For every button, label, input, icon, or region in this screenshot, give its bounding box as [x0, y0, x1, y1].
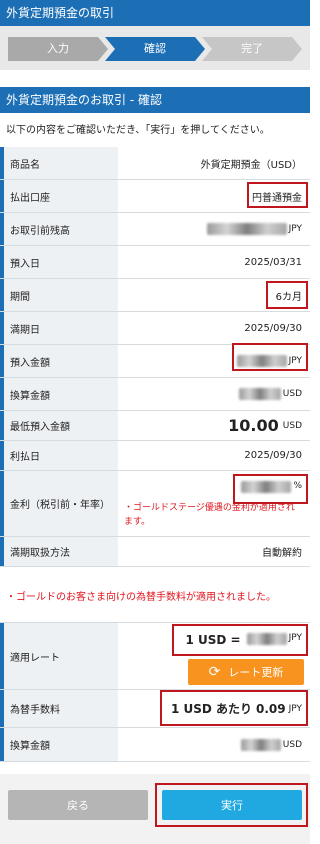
minimum-unit: USD	[282, 420, 302, 431]
row-deposit-date: 預入日 2025/03/31	[0, 246, 310, 279]
row-value: 2025/09/30	[118, 441, 310, 470]
step-complete-label: 完了	[241, 42, 263, 55]
header-title: 外貨定期預金の取引	[6, 6, 115, 20]
row-balance: お取引前残高 JPY	[0, 213, 310, 246]
deposit-date-value: 2025/03/31	[244, 256, 302, 268]
row-label: 最低預入金額	[0, 411, 118, 440]
row-label: 満期取扱方法	[0, 537, 118, 566]
highlight-box	[155, 783, 308, 827]
maturity-value: 2025/09/30	[244, 322, 302, 334]
back-button-label: 戻る	[67, 799, 89, 812]
step-complete: 完了	[202, 37, 302, 61]
row-value: 2025/09/30	[118, 312, 310, 344]
rate-update-button[interactable]: ⟳ レート更新	[188, 659, 304, 685]
refresh-icon: ⟳	[208, 664, 221, 680]
row-label: 預入金額	[0, 345, 118, 377]
masked-value	[238, 388, 281, 400]
interest-date-value: 2025/09/30	[244, 450, 302, 461]
section-title-text: 外貨定期預金のお取引 - 確認	[6, 93, 162, 107]
row-label: 為替手数料	[0, 690, 118, 727]
row-label: 利払日	[0, 441, 118, 470]
row-period: 期間 6カ月	[0, 279, 310, 312]
row-value: 2025/03/31	[118, 246, 310, 278]
row-value: 自動解約	[118, 537, 310, 566]
minimum-value: 10.00	[228, 416, 279, 435]
balance-unit: JPY	[288, 224, 302, 234]
app-header: 外貨定期預金の取引	[0, 0, 310, 26]
highlight-box	[232, 343, 308, 371]
step-confirm: 確認	[105, 37, 205, 61]
step-indicator: 入力 確認 完了	[0, 26, 310, 70]
masked-value	[206, 223, 287, 235]
row-converted: 換算金額 USD	[0, 378, 310, 411]
highlight-box	[172, 624, 308, 656]
row-label: 期間	[0, 279, 118, 311]
step-input: 入力	[8, 37, 108, 61]
row-value: 外貨定期預金（USD）	[118, 147, 310, 179]
gold-rate-note: ・ゴールドステージ優遇の金利が適用されます。	[124, 503, 295, 527]
row-label: 満期日	[0, 312, 118, 344]
highlight-box	[247, 182, 308, 208]
row-label: お取引前残高	[0, 213, 118, 245]
maturity-method-value: 自動解約	[262, 548, 302, 559]
masked-value	[240, 738, 281, 751]
row-value: 10.00 USD	[118, 411, 310, 440]
converted-final-unit: USD	[282, 739, 302, 750]
row-label: 商品名	[0, 147, 118, 179]
row-maturity-method: 満期取扱方法 自動解約	[0, 537, 310, 567]
highlight-box	[233, 474, 308, 504]
section-title: 外貨定期預金のお取引 - 確認	[0, 87, 310, 113]
step-confirm-label: 確認	[144, 42, 166, 55]
converted-unit: USD	[282, 389, 302, 399]
intro-text: 以下の内容をご確認いただき、「実行」を押してください。	[6, 125, 270, 136]
gold-fee-notice: ・ゴールドのお客さま向けの為替手数料が適用されました。	[6, 592, 276, 603]
step-input-label: 入力	[47, 42, 69, 55]
rate-update-label: レート更新	[228, 666, 284, 679]
row-interest-date: 利払日 2025/09/30	[0, 441, 310, 471]
row-converted-final: 換算金額 USD	[0, 728, 310, 762]
row-product: 商品名 外貨定期預金（USD）	[0, 147, 310, 180]
row-label: 換算金額	[0, 378, 118, 410]
row-label: 金利（税引前・年率）	[0, 471, 118, 536]
product-value: 外貨定期預金（USD）	[200, 159, 302, 171]
row-minimum: 最低預入金額 10.00 USD	[0, 411, 310, 441]
row-value: USD	[118, 378, 310, 410]
row-label: 預入日	[0, 246, 118, 278]
row-label: 適用レート	[0, 623, 118, 689]
row-value: JPY	[118, 213, 310, 245]
row-value: USD	[118, 728, 310, 761]
highlight-box	[266, 281, 308, 309]
row-label: 換算金額	[0, 728, 118, 761]
row-label: 払出口座	[0, 180, 118, 212]
row-maturity: 満期日 2025/09/30	[0, 312, 310, 345]
back-button[interactable]: 戻る	[8, 790, 148, 820]
highlight-box	[160, 690, 308, 726]
